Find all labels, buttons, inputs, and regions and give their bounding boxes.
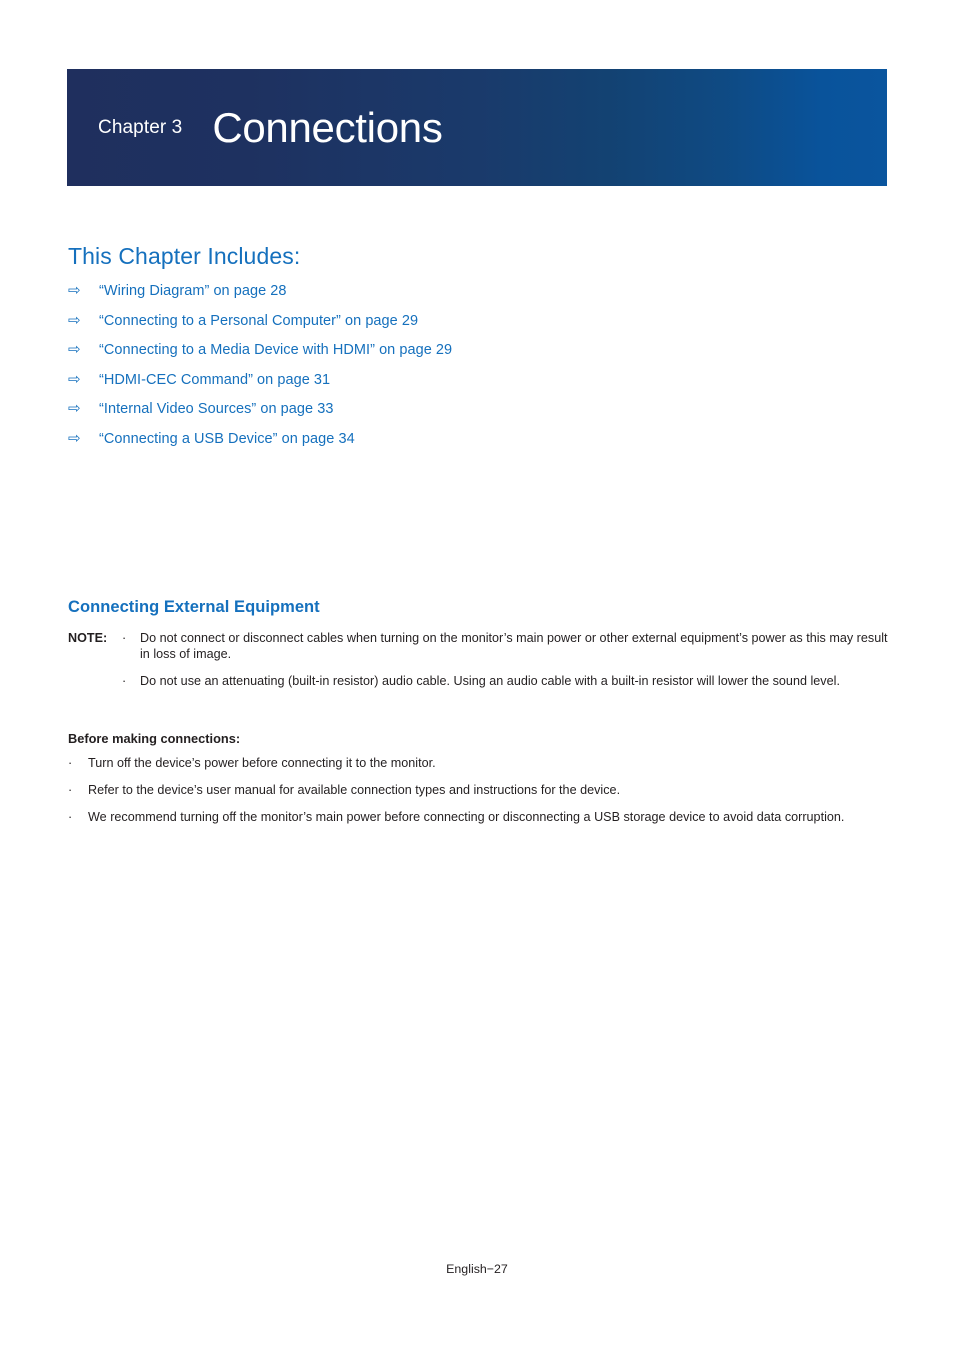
- right-arrow-icon: ⇨: [68, 400, 81, 418]
- note-text: Do not connect or disconnect cables when…: [140, 631, 888, 662]
- document-page: Chapter 3 Connections This Chapter Inclu…: [0, 0, 954, 1350]
- list-item[interactable]: ⇨ “Connecting to a Personal Computer” on…: [68, 313, 868, 343]
- bullet-icon: ·: [68, 810, 73, 825]
- list-item-text: We recommend turning off the monitor’s m…: [88, 810, 845, 825]
- chapter-contents-list: ⇨ “Wiring Diagram” on page 28 ⇨ “Connect…: [68, 283, 868, 461]
- bullet-icon: ·: [68, 783, 73, 798]
- chapter-link-label[interactable]: “Wiring Diagram” on page 28: [99, 283, 287, 299]
- note-row: · Do not use an attenuating (built-in re…: [68, 673, 888, 689]
- note-row: NOTE: · Do not connect or disconnect cab…: [68, 630, 888, 662]
- connecting-external-equipment-heading: Connecting External Equipment: [68, 598, 320, 616]
- chapter-number-label: Chapter 3: [98, 116, 183, 138]
- chapter-link-label[interactable]: “Connecting to a Media Device with HDMI”…: [99, 342, 452, 358]
- note-label: NOTE:: [68, 631, 108, 645]
- list-item[interactable]: ⇨ “Connecting to a Media Device with HDM…: [68, 342, 868, 372]
- chapter-link-label[interactable]: “Connecting to a Personal Computer” on p…: [99, 313, 418, 329]
- note-text: Do not use an attenuating (built-in resi…: [140, 674, 840, 689]
- chapter-link-label[interactable]: “Connecting a USB Device” on page 34: [99, 431, 355, 447]
- right-arrow-icon: ⇨: [68, 370, 81, 388]
- page-footer: English−27: [446, 1262, 508, 1276]
- list-item[interactable]: ⇨ “HDMI-CEC Command” on page 31: [68, 372, 868, 402]
- list-item-text: Refer to the device’s user manual for av…: [88, 783, 621, 798]
- chapter-title: Connections: [212, 103, 443, 151]
- chapter-link-label[interactable]: “Internal Video Sources” on page 33: [99, 401, 333, 417]
- list-item[interactable]: ⇨ “Connecting a USB Device” on page 34: [68, 431, 868, 461]
- list-item: · Refer to the device’s user manual for …: [68, 782, 888, 798]
- note-block: NOTE: · Do not connect or disconnect cab…: [68, 630, 888, 701]
- bullet-icon: ·: [68, 756, 73, 770]
- before-making-connections-list: · Turn off the device’s power before con…: [68, 755, 888, 837]
- list-item: · Turn off the device’s power before con…: [68, 755, 888, 771]
- list-item: · We recommend turning off the monitor’s…: [68, 809, 888, 825]
- right-arrow-icon: ⇨: [68, 311, 81, 329]
- chapter-banner-content: Chapter 3 Connections: [67, 69, 887, 186]
- chapter-link-label[interactable]: “HDMI-CEC Command” on page 31: [99, 372, 330, 388]
- bullet-icon: ·: [122, 631, 127, 645]
- right-arrow-icon: ⇨: [68, 341, 81, 359]
- bullet-icon: ·: [122, 674, 127, 689]
- right-arrow-icon: ⇨: [68, 429, 81, 447]
- right-arrow-icon: ⇨: [68, 282, 81, 299]
- this-chapter-includes-heading: This Chapter Includes:: [68, 243, 301, 269]
- before-making-connections-heading: Before making connections:: [68, 731, 241, 746]
- list-item[interactable]: ⇨ “Internal Video Sources” on page 33: [68, 401, 868, 431]
- list-item-text: Turn off the device’s power before conne…: [88, 756, 436, 770]
- chapter-banner: Chapter 3 Connections: [67, 69, 887, 186]
- list-item[interactable]: ⇨ “Wiring Diagram” on page 28: [68, 283, 868, 313]
